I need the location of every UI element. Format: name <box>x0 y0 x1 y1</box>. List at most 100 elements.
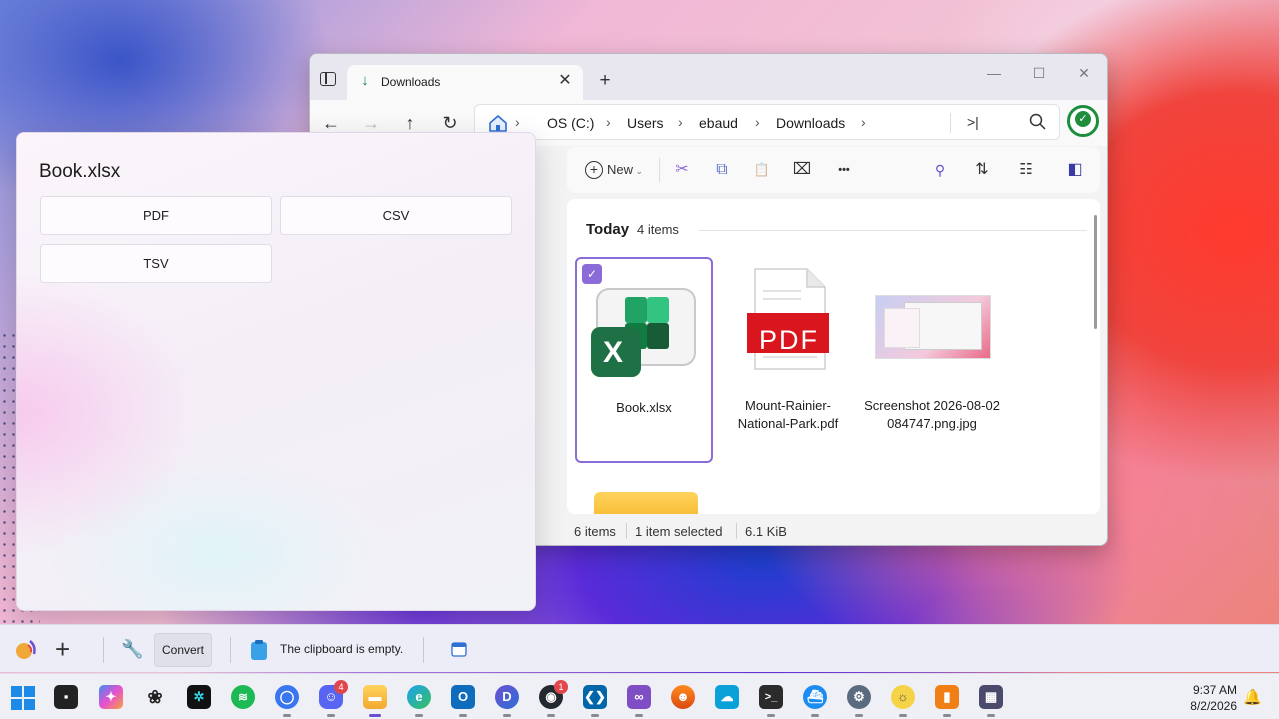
assistant-app-icon[interactable]: D <box>495 685 519 709</box>
tag-icon[interactable]: ⚲ <box>925 159 955 181</box>
cloud-app-icon[interactable]: ☁ <box>715 685 739 709</box>
new-button[interactable]: + New ⌄ <box>581 159 647 181</box>
paste-icon[interactable]: 📋 <box>751 159 773 181</box>
home-icon[interactable] <box>488 114 508 132</box>
group-count: 4 items <box>637 222 679 237</box>
fruity-loops-icon[interactable]: ☻ <box>671 685 695 709</box>
cut-icon[interactable]: ✂ <box>671 159 693 181</box>
sort-icon[interactable]: ⇅ <box>967 159 997 181</box>
spotify-icon[interactable]: ≋ <box>231 685 255 709</box>
rename-icon[interactable]: ⌧ <box>791 159 813 181</box>
notification-bell-icon[interactable]: 🔔 <box>1243 688 1262 706</box>
running-indicator <box>943 714 951 717</box>
calendar-icon[interactable] <box>451 642 467 657</box>
tab-close-icon[interactable]: ✕ <box>555 71 575 91</box>
signal-icon[interactable]: ◯ <box>275 685 299 709</box>
image-thumbnail <box>875 295 991 359</box>
address-divider <box>950 113 951 133</box>
file-item-screenshot[interactable]: Screenshot 2026-08-02 084747.png.jpg <box>863 257 1001 463</box>
minimize-button[interactable]: — <box>974 60 1014 86</box>
visual-studio-icon[interactable]: ∞ <box>627 685 651 709</box>
settings-gear-icon[interactable]: ⚙ <box>847 685 871 709</box>
convert-pdf-button[interactable]: PDF <box>40 196 272 235</box>
breadcrumb-downloads[interactable]: Downloads <box>776 115 845 131</box>
file-explorer-icon[interactable]: ▬ <box>363 685 387 709</box>
flyout-title: Book.xlsx <box>39 161 121 182</box>
running-indicator <box>767 714 775 717</box>
task-manager-icon[interactable]: ▦ <box>979 685 1003 709</box>
breadcrumb-ebaud[interactable]: ebaud <box>699 115 738 131</box>
tab-downloads[interactable]: ↓ Downloads ✕ <box>347 65 583 100</box>
file-name: Screenshot 2026-08-02 084747.png.jpg <box>864 398 1000 431</box>
discord-badge: 4 <box>334 680 348 694</box>
task-view-icon[interactable]: ▪ <box>54 685 78 709</box>
app-logo-icon[interactable] <box>14 638 38 660</box>
convert-flyout: Book.xlsx PDF CSV TSV <box>16 132 536 611</box>
clock-time: 9:37 AM <box>1192 683 1237 697</box>
download-icon: ↓ <box>361 72 369 89</box>
add-icon[interactable]: + <box>55 636 70 662</box>
close-window-button[interactable]: ✕ <box>1064 60 1104 86</box>
pdf-badge-text: PDF <box>759 325 819 355</box>
convert-tsv-button[interactable]: TSV <box>40 244 272 283</box>
running-indicator <box>459 714 467 717</box>
tab-switcher-icon[interactable] <box>320 72 336 86</box>
file-item-book-xlsx[interactable]: ✓ X Book.xlsx <box>575 257 713 463</box>
pdf-icon <box>747 268 829 370</box>
expand-icon[interactable]: >| <box>967 114 979 130</box>
weather-icon[interactable]: ☼ <box>891 685 915 709</box>
system-clock[interactable]: 9:37 AM 8/2/2026 <box>1190 682 1237 714</box>
chatgpt-icon[interactable]: ❀ <box>143 685 167 709</box>
breadcrumb-separator: › <box>755 114 760 130</box>
active-indicator <box>369 714 381 717</box>
excel-letter: X <box>603 336 624 369</box>
clipboard-icon[interactable] <box>250 639 268 661</box>
running-indicator <box>547 714 555 717</box>
outlook-icon[interactable]: O <box>451 685 475 709</box>
running-indicator <box>503 714 511 717</box>
new-tab-button[interactable]: + <box>594 70 616 92</box>
tab-label: Downloads <box>381 75 441 89</box>
address-bar[interactable]: › OS (C:) › Users › ebaud › Downloads › … <box>474 104 1060 140</box>
plus-icon: + <box>584 161 603 179</box>
running-indicator <box>635 714 643 717</box>
group-divider <box>699 230 1087 231</box>
maximize-button[interactable]: ☐ <box>1019 60 1059 86</box>
convert-button[interactable]: Convert <box>154 633 212 667</box>
scrollbar[interactable] <box>1094 215 1097 329</box>
clock-date: 8/2/2026 <box>1190 699 1237 713</box>
breadcrumb-users[interactable]: Users <box>627 115 664 131</box>
sync-status-icon[interactable] <box>1067 105 1099 137</box>
running-indicator <box>283 714 291 717</box>
group-title: Today <box>586 221 630 238</box>
copy-icon[interactable]: ⧉ <box>711 159 733 181</box>
breadcrumb-separator: › <box>678 114 683 130</box>
breadcrumb-separator: › <box>606 114 611 130</box>
toolbar-divider <box>659 158 660 182</box>
details-pane-icon[interactable]: ◧ <box>1063 159 1087 181</box>
books-app-icon[interactable]: ▮ <box>935 685 959 709</box>
checkbox-icon[interactable]: ✓ <box>582 264 602 284</box>
edge-icon[interactable]: e <box>407 685 431 709</box>
dock-divider <box>103 637 104 663</box>
copilot-icon[interactable]: ✦ <box>99 685 123 709</box>
status-item-count: 6 items <box>574 524 616 539</box>
wrench-icon[interactable]: 🔧 <box>121 637 143 661</box>
terminal-icon[interactable]: >_ <box>759 685 783 709</box>
file-name: Mount-Rainier-National-Park.pdf <box>737 398 839 431</box>
breadcrumb-os-c[interactable]: OS (C:) <box>547 115 594 131</box>
docker-icon[interactable]: ⛴ <box>803 685 827 709</box>
start-icon[interactable] <box>11 686 35 710</box>
vscode-icon[interactable]: ❮❯ <box>583 685 607 709</box>
cursor-app-icon[interactable]: ✲ <box>187 685 211 709</box>
clipboard-status: The clipboard is empty. <box>280 642 404 656</box>
file-item-pdf[interactable]: PDF Mount-Rainier-National-Park.pdf <box>719 257 857 463</box>
convert-csv-button[interactable]: CSV <box>280 196 512 235</box>
status-selected: 1 item selected <box>635 524 723 539</box>
taskbar: ▪ ✦ ❀ ✲ ≋ ◯ ☺ 4 ▬ e O D ◉ 1 ❮❯ ∞ ☻ ☁ >_ … <box>0 673 1279 719</box>
folder-icon[interactable] <box>594 492 698 514</box>
running-indicator <box>855 714 863 717</box>
more-options-icon[interactable]: ••• <box>831 159 857 181</box>
search-icon[interactable] <box>1028 112 1048 132</box>
view-icon[interactable]: ☷ <box>1011 159 1041 181</box>
